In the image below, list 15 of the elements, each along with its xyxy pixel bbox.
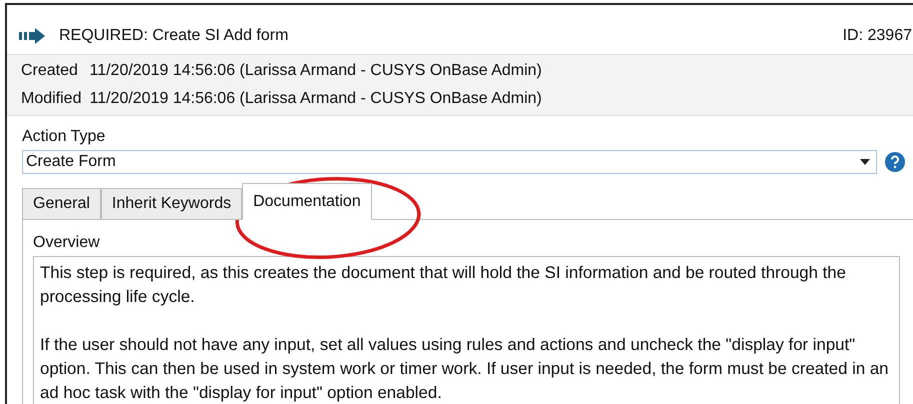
field-label: Action Type xyxy=(22,128,106,146)
help-icon[interactable] xyxy=(885,152,905,172)
meta-label: Modified xyxy=(21,90,82,108)
meta-label: Created xyxy=(21,62,79,80)
meta-value: 11/20/2019 14:56:06 (Larissa Armand - CUSYS OnBase Admin) xyxy=(89,90,543,108)
overview-label: Overview xyxy=(33,234,101,252)
tab[interactable]: Inherit Keywords xyxy=(100,188,242,220)
action-type-dropdown[interactable]: Create Form xyxy=(22,150,877,174)
tab[interactable]: Documentation xyxy=(242,183,372,220)
tab[interactable]: General xyxy=(22,188,101,220)
step-title: REQUIRED: Create SI Add form xyxy=(59,27,290,45)
caret-icon xyxy=(860,159,870,165)
step-id: ID: 23967 xyxy=(842,27,912,45)
meta-value: 11/20/2019 14:56:06 (Larissa Armand - CUSYS OnBase Admin) xyxy=(89,62,543,80)
overview-text-area[interactable]: This step is required, as this creates the document that will hold the SI information and be routed through the processing life cycle. If the user should not have any input, set all values using rules and actions and uncheck the "display for input" option. This can then be used in system work or timer work. If user input is needed, the form must be created in an ad hoc task with the "display for input" option enabled. xyxy=(33,256,900,404)
